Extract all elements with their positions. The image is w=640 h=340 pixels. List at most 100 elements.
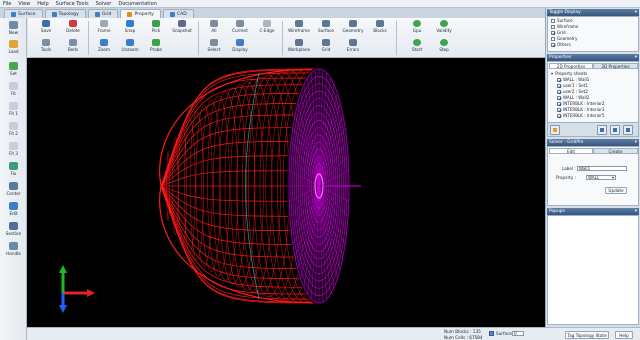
- property-item[interactable]: INTERBLK : Interior3: [557, 107, 605, 112]
- checkbox[interactable]: [551, 18, 555, 23]
- toggle-display-header[interactable]: Toggle Display ▾: [547, 9, 639, 16]
- checkbox[interactable]: [557, 95, 561, 100]
- step-button[interactable]: Step: [430, 39, 458, 56]
- toggle-wireframe[interactable]: Wireframe: [551, 24, 578, 29]
- grid-button[interactable]: Grid: [312, 39, 340, 56]
- tab-create[interactable]: Create: [593, 148, 638, 154]
- center-button[interactable]: Center: [0, 182, 27, 198]
- checkbox[interactable]: [557, 113, 561, 118]
- start-button[interactable]: Start: [403, 39, 431, 56]
- checkbox[interactable]: [557, 89, 561, 94]
- edit-button[interactable]: Edit: [0, 202, 27, 218]
- fix-button[interactable]: Fix: [0, 162, 27, 178]
- geometry-button[interactable]: Geometry: [339, 20, 367, 37]
- collapse-icon[interactable]: ▾: [635, 55, 637, 60]
- new-button[interactable]: New: [0, 21, 27, 37]
- all-button[interactable]: All: [200, 20, 228, 37]
- menu-solver[interactable]: Solver: [96, 1, 112, 7]
- checkbox[interactable]: [551, 30, 555, 35]
- blocks-button[interactable]: Blocks: [366, 20, 394, 37]
- label-field[interactable]: Wall1: [577, 166, 627, 171]
- collapse-icon[interactable]: ▾: [635, 10, 637, 15]
- tab-property[interactable]: Property: [120, 9, 161, 18]
- set-button[interactable]: Set: [0, 62, 27, 78]
- frame-button[interactable]: Frame: [90, 20, 118, 37]
- checkbox[interactable]: [551, 24, 555, 29]
- property-item[interactable]: user2 : Set2: [557, 89, 588, 94]
- save-button[interactable]: Save: [32, 20, 60, 37]
- fit-button[interactable]: Fit: [0, 82, 27, 98]
- popups-header[interactable]: Popups ▾: [547, 208, 639, 215]
- select-button[interactable]: Select: [200, 39, 228, 56]
- tab-surface[interactable]: Surface: [4, 9, 43, 18]
- checkbox[interactable]: [557, 107, 561, 112]
- edit-property-button[interactable]: [550, 125, 560, 135]
- tab-edit[interactable]: Edit: [549, 148, 593, 154]
- menu-file[interactable]: File: [3, 1, 11, 7]
- workplane-button[interactable]: Workplane: [285, 39, 313, 56]
- tab-3d-properties[interactable]: 3D Properties: [593, 63, 638, 69]
- gpu-button[interactable]: Gpu: [403, 20, 431, 37]
- tab-cad[interactable]: CAD: [162, 9, 194, 18]
- expand-icon[interactable]: ▾: [551, 71, 553, 76]
- copy-property-button[interactable]: [610, 125, 620, 135]
- tab-2d-properties[interactable]: 2D Properties: [549, 63, 593, 69]
- menu-view[interactable]: View: [18, 1, 30, 7]
- add-property-button[interactable]: [597, 125, 607, 135]
- collapse-icon[interactable]: ▾: [635, 209, 637, 214]
- load-button[interactable]: Load: [0, 40, 27, 56]
- checkbox[interactable]: [557, 101, 561, 106]
- toggle-surface[interactable]: Surface: [551, 18, 573, 23]
- checkbox[interactable]: [557, 83, 561, 88]
- surface-id-input[interactable]: 0: [512, 331, 524, 336]
- probe-button[interactable]: Probe: [142, 39, 170, 56]
- property-item[interactable]: user1 : Set1: [557, 83, 588, 88]
- unzoom-button[interactable]: Unzoom: [116, 39, 144, 56]
- snap-button[interactable]: Snap: [116, 20, 144, 37]
- checkbox[interactable]: [551, 36, 555, 41]
- surface-button[interactable]: Surface: [312, 20, 340, 37]
- property-select[interactable]: WALL ▾: [586, 175, 616, 180]
- wireframe-button[interactable]: Wireframe: [285, 20, 313, 37]
- display-button[interactable]: Display: [226, 39, 254, 56]
- property-sheets-node[interactable]: ▾ Property sheets: [551, 71, 587, 76]
- tag-topology-state-button[interactable]: Tag Topology State: [565, 331, 609, 339]
- tab-grid[interactable]: Grid: [87, 9, 119, 18]
- beds-button[interactable]: Beds: [59, 39, 87, 56]
- tab-topology[interactable]: Topology: [44, 9, 86, 18]
- zoom-button[interactable]: Zoom: [90, 39, 118, 56]
- solver-header[interactable]: Solver - GridPro ▾: [547, 139, 639, 146]
- current-button[interactable]: Current: [226, 20, 254, 37]
- handle-button[interactable]: Handle: [0, 242, 27, 258]
- fit3-button[interactable]: Fit 3: [0, 142, 27, 158]
- collapse-icon[interactable]: ▾: [635, 140, 637, 145]
- delete-button[interactable]: Delete: [59, 20, 87, 37]
- fit1-button[interactable]: Fit 1: [0, 102, 27, 118]
- toggle-geometry[interactable]: Geometry: [551, 36, 577, 41]
- help-button[interactable]: Help: [615, 331, 633, 339]
- pick-button[interactable]: Pick: [142, 20, 170, 37]
- checkbox[interactable]: [557, 77, 561, 82]
- surface-nav-icon[interactable]: [489, 331, 494, 336]
- property-item[interactable]: WALL : Wall1: [557, 77, 589, 82]
- property-item[interactable]: INTERBLK : Interior5: [557, 113, 605, 118]
- property-item[interactable]: INTERBLK : Interior2: [557, 101, 605, 106]
- fit2-button[interactable]: Fit 2: [0, 122, 27, 138]
- tools-button[interactable]: Tools: [32, 39, 60, 56]
- remove-property-button[interactable]: [623, 125, 633, 135]
- errors-button[interactable]: Errors: [339, 39, 367, 56]
- c-edge-button[interactable]: C-Edge: [253, 20, 281, 37]
- menu-surface-tools[interactable]: Surface Tools: [56, 1, 89, 7]
- validity-button[interactable]: Validity: [430, 20, 458, 37]
- menu-documentation[interactable]: Documentation: [118, 1, 157, 7]
- 3d-viewport[interactable]: [27, 58, 545, 327]
- menu-help[interactable]: Help: [37, 1, 48, 7]
- section-button[interactable]: Section: [0, 222, 27, 238]
- toggle-grid[interactable]: Grid: [551, 30, 566, 35]
- checkbox[interactable]: [551, 42, 555, 47]
- properties-header[interactable]: Properties ▾: [547, 54, 639, 61]
- snapshot-button[interactable]: Snapshot: [168, 20, 196, 37]
- toggle-others[interactable]: Others: [551, 42, 571, 47]
- update-button[interactable]: Update: [605, 187, 627, 194]
- property-item[interactable]: WALL : Wall2: [557, 95, 589, 100]
